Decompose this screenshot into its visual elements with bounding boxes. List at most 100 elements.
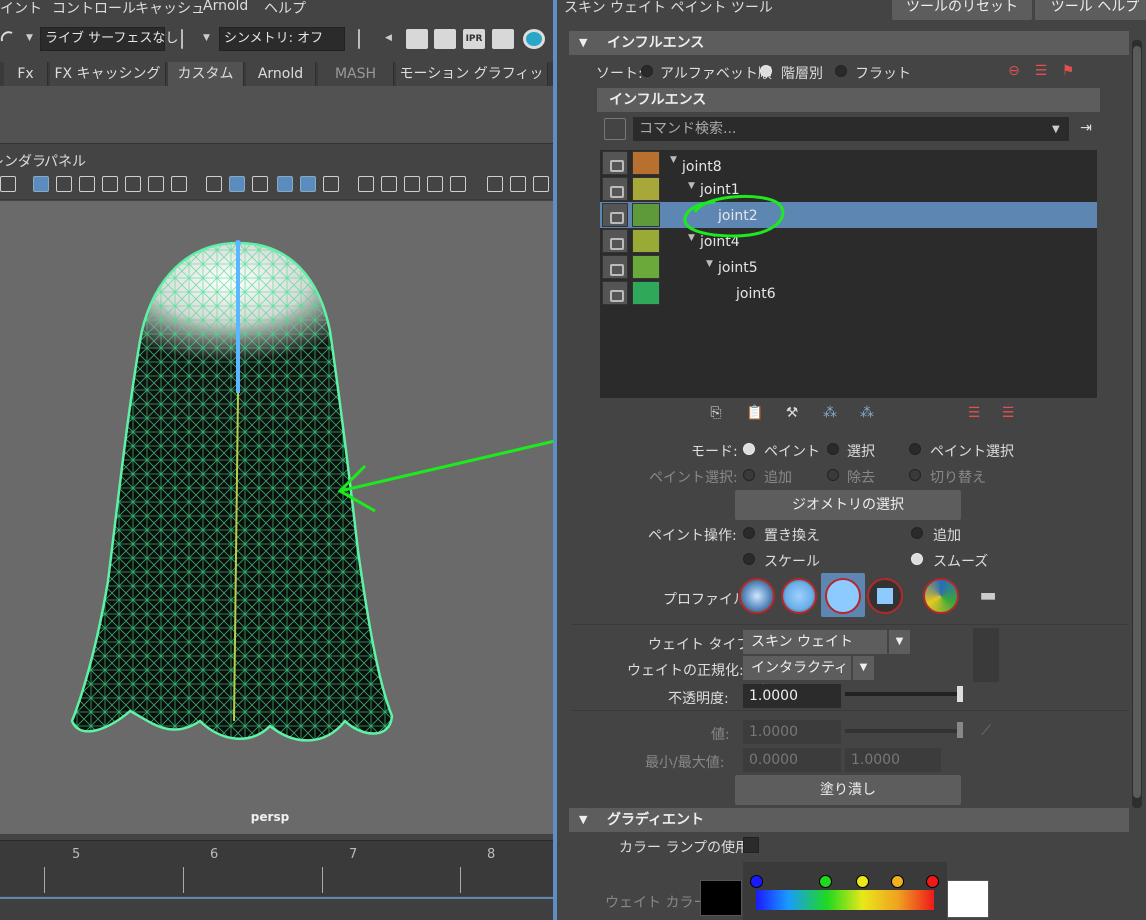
lock-icon[interactable] [602, 229, 628, 253]
lock-icon[interactable] [602, 203, 628, 227]
film-gate-icon[interactable] [56, 176, 72, 192]
influence-row[interactable]: ▼ joint8 [600, 150, 1097, 176]
menu-control[interactable]: コントロール [52, 0, 136, 18]
influence-search-input[interactable]: コマンド検索... [633, 117, 1069, 141]
ramp-marker[interactable] [891, 875, 904, 888]
isolate-select-icon[interactable] [487, 176, 503, 192]
lighting-icon[interactable] [323, 176, 339, 192]
paint-op-radio-scale[interactable] [743, 553, 755, 565]
joint-color-swatch[interactable] [632, 229, 660, 253]
menu-help[interactable]: ヘルプ [264, 0, 306, 18]
move-weights-icon[interactable]: ⁂ [819, 402, 841, 424]
profile-image-icon[interactable] [923, 578, 959, 614]
persp-viewport[interactable] [0, 201, 553, 834]
mode-radio-paint[interactable] [743, 443, 755, 455]
safe-action-icon[interactable] [148, 176, 164, 192]
influence-row[interactable]: joint6 [600, 280, 1097, 306]
sort-radio-hierarchy[interactable] [760, 65, 772, 77]
resolution-gate-icon[interactable] [79, 176, 95, 192]
joint-color-swatch[interactable] [632, 203, 660, 227]
pin-icon[interactable]: ⇥ [1075, 117, 1097, 139]
profile-solid-icon[interactable] [825, 578, 861, 614]
antialiasing-icon[interactable] [427, 176, 443, 192]
mode-radio-paint-select[interactable] [909, 443, 921, 455]
profile-square-icon[interactable] [867, 578, 903, 614]
filter-icon[interactable] [604, 118, 626, 140]
weight-color-white-swatch[interactable] [947, 880, 989, 918]
menu-renderer[interactable]: レンダラ [0, 151, 46, 171]
camera-attributes-icon[interactable] [0, 176, 16, 192]
influence-section-header[interactable]: ▼ インフルエンス [569, 31, 1129, 55]
opacity-slider-track[interactable] [845, 692, 961, 696]
weight-type-dropdown[interactable]: スキン ウェイト [743, 630, 887, 654]
render-current-icon[interactable] [434, 29, 456, 49]
joint-color-swatch[interactable] [632, 281, 660, 305]
opacity-input[interactable]: 1.0000 [743, 684, 841, 708]
select-geometry-button[interactable]: ジオメトリの選択 [735, 490, 961, 520]
sort-down-icon[interactable]: ☰ [997, 402, 1019, 424]
lock-icon[interactable] [602, 281, 628, 305]
grid-icon[interactable] [33, 176, 49, 192]
chevron-down-icon[interactable]: ▼ [852, 656, 874, 680]
shelf-tab-custom[interactable]: カスタム [168, 62, 244, 86]
flag-list-icon[interactable]: ⚑ [1057, 60, 1079, 82]
render-view-icon[interactable] [406, 29, 428, 49]
joint-color-swatch[interactable] [632, 255, 660, 279]
paste-weights-icon[interactable]: 📋 [744, 402, 766, 424]
mode-radio-select[interactable] [827, 443, 839, 455]
xray-icon[interactable] [510, 176, 526, 192]
hypershade-icon[interactable] [523, 29, 545, 49]
shelf-tab-mash[interactable]: MASH [318, 62, 394, 86]
ramp-marker[interactable] [926, 875, 939, 888]
ramp-marker[interactable] [819, 875, 832, 888]
time-slider[interactable]: 5 6 7 8 [0, 840, 553, 896]
opacity-slider-handle[interactable] [957, 686, 963, 702]
shelf-tab-fx[interactable]: Fx [4, 62, 48, 86]
range-slider[interactable] [0, 897, 553, 920]
copy-weights-icon[interactable]: ⎘ [705, 402, 727, 424]
shelf-tab-fx-caching[interactable]: FX キャッシング [50, 62, 166, 86]
reset-tool-button[interactable]: ツールのリセット [892, 0, 1032, 20]
chevron-down-icon[interactable]: ▼ [26, 33, 33, 43]
smooth-shade-icon[interactable] [229, 176, 245, 192]
gradient-section-header[interactable]: ▼ グラディエント [569, 808, 1129, 832]
joint-color-swatch[interactable] [632, 177, 660, 201]
shelf-tab-motion-graphics[interactable]: モーション グラフィックス [396, 62, 548, 106]
paint-op-radio-smooth[interactable] [911, 553, 923, 565]
render-settings-icon[interactable] [492, 29, 514, 49]
shadows-icon[interactable] [358, 176, 374, 192]
sort-radio-flat[interactable] [835, 65, 847, 77]
show-influences-icon[interactable]: ⁂ [856, 402, 878, 424]
wireframe-icon[interactable] [206, 176, 222, 192]
ambient-occlusion-icon[interactable] [381, 176, 397, 192]
chevron-down-icon[interactable]: ▼ [203, 33, 210, 43]
paint-op-radio-replace[interactable] [743, 527, 755, 539]
wireframe-on-shaded-icon[interactable] [277, 176, 293, 192]
textured-icon[interactable] [300, 176, 316, 192]
lock-icon[interactable] [602, 177, 628, 201]
profile-soft-icon[interactable] [781, 578, 817, 614]
lock-icon[interactable] [602, 255, 628, 279]
menu-paint[interactable]: ペイント [0, 0, 42, 18]
xray-joints-icon[interactable] [533, 176, 549, 192]
expand-triangle-icon[interactable]: ▼ [670, 155, 677, 165]
gate-mask-icon[interactable] [102, 176, 118, 192]
safe-title-icon[interactable] [171, 176, 187, 192]
sort-radio-alphabetical[interactable] [641, 65, 653, 77]
flood-button[interactable]: 塗り潰し [735, 775, 961, 805]
influence-lock-icon[interactable]: ⊖ [1003, 60, 1025, 82]
ipr-render-icon[interactable]: IPR [463, 29, 485, 49]
ramp-marker[interactable] [856, 875, 869, 888]
sort-list-icon[interactable]: ☰ [1030, 60, 1052, 82]
symmetry-dropdown[interactable]: シンメトリ: オフ [219, 27, 345, 51]
sort-up-icon[interactable]: ☰ [963, 402, 985, 424]
folder-icon[interactable]: ▬ [977, 585, 999, 607]
menu-arnold[interactable]: Arnold [203, 0, 248, 14]
color-ramp-bar[interactable] [756, 890, 934, 910]
profile-gaussian-icon[interactable] [739, 578, 775, 614]
menu-cache[interactable]: キャッシュ [135, 0, 205, 18]
expand-triangle-icon[interactable]: ▼ [706, 259, 713, 269]
scrollbar-thumb[interactable] [1133, 46, 1141, 798]
default-material-icon[interactable] [252, 176, 268, 192]
chevron-left-icon[interactable]: ◀ [385, 33, 392, 43]
